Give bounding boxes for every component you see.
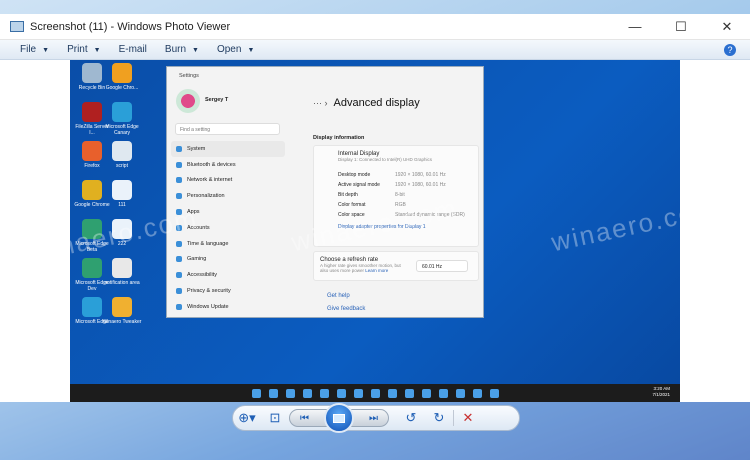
display-info-card: Internal Display Display 1: Connected to… [313,145,479,247]
desktop-icon[interactable]: Winaero Tweaker [102,297,142,325]
app-icon [112,102,132,122]
learn-more-link[interactable]: Learn more [365,268,388,273]
user-name: Sergey T [205,97,229,103]
desktop-icon[interactable]: notification area [102,258,142,286]
start-icon[interactable] [251,388,261,398]
next-icon[interactable]: ⏭ [369,413,378,424]
zoom-icon[interactable]: ⊕▾ [233,410,261,426]
previous-icon[interactable]: ⏮ [300,413,309,424]
desktop-icon[interactable]: 222 [102,219,142,247]
close-button[interactable]: ✕ [704,19,750,35]
app-icon [82,297,102,317]
app-icon [112,219,132,239]
save-icon[interactable] [387,388,397,398]
info-row: Active signal mode 1920 × 1080, 60.01 Hz [338,182,446,188]
sidebar-item-windows-update[interactable]: Windows Update [171,299,285,315]
info-row: Color space Standard dynamic range (SDR) [338,212,465,218]
rotate-left-icon[interactable]: ↺ [397,410,425,426]
watermark: winaero.com [548,192,680,258]
info-row: Bit depth 8-bit [338,192,405,198]
refresh-desc: A higher rate gives smoother motion, but… [320,263,401,273]
refresh-rate-card: Choose a refresh rate A higher rate give… [313,251,479,281]
displayed-screenshot: Recycle Bin Google Chro... FileZilla Serve… [70,60,680,402]
app-icon [112,258,132,278]
store-icon[interactable] [353,388,363,398]
app-icon [82,141,102,161]
get-help-link[interactable]: Get help [327,293,350,299]
app-icon [112,141,132,161]
sidebar-item-accounts[interactable]: Accounts [171,220,285,236]
image-view: Recycle Bin Google Chro... FileZilla Serve… [0,60,750,402]
adapter-link[interactable]: Display adapter properties for Display 1 [314,220,478,230]
give-feedback-link[interactable]: Give feedback [327,306,365,312]
app-icon [82,102,102,122]
sidebar-item-system[interactable]: System [171,141,285,157]
app-icon [82,180,102,200]
desktop-icon[interactable]: Microsoft Edge Canary [102,102,142,136]
photo-viewer-icon [10,21,24,32]
menu-open[interactable]: Open ▼ [217,44,254,55]
sidebar-item-accessibility[interactable]: Accessibility [171,267,285,283]
settings-gear-icon[interactable] [489,388,499,398]
rotate-right-icon[interactable]: ↻ [425,410,453,426]
widgets-icon[interactable] [302,388,312,398]
photos-icon[interactable] [472,388,482,398]
maximize-button[interactable]: ☐ [658,19,704,35]
sidebar-item-bluetooth-devices[interactable]: Bluetooth & devices [171,157,285,173]
viewer-toolbar: ⊕▾ ⊡ ⏮ ⏭ ↺ ↻ ✕ [232,403,520,433]
settings-window: Settings Sergey T Find a setting System B… [166,66,484,318]
desktop-icon[interactable]: Google Chro... [102,63,142,91]
mail-icon[interactable] [319,388,329,398]
sidebar-item-personalization[interactable]: Personalization [171,188,285,204]
edge-icon[interactable] [336,388,346,398]
app-icon [112,180,132,200]
search-icon[interactable] [268,388,278,398]
clock[interactable]: 3:20 AM 7/1/2021 [652,386,670,398]
actual-size-icon[interactable]: ⊡ [261,410,289,426]
app-icon [82,258,102,278]
explorer-icon[interactable] [370,388,380,398]
slideshow-icon [333,413,345,423]
menu-print[interactable]: Print ▼ [67,44,101,55]
slideshow-button[interactable] [324,403,354,433]
page-title: ··· › Advanced display [313,97,420,109]
app-icon [112,297,132,317]
avatar [176,89,200,113]
menu-bar: File ▼ Print ▼ E-mail Burn ▼ Open ▼ ? [0,40,750,60]
section-heading: Display information [313,135,365,141]
sidebar-item-privacy-security[interactable]: Privacy & security [171,283,285,299]
menu-email[interactable]: E-mail [119,44,147,55]
sidebar-item-gaming[interactable]: Gaming [171,252,285,268]
app-icon[interactable] [455,388,465,398]
desktop-icon[interactable]: script [102,141,142,169]
edge-dev-icon[interactable] [421,388,431,398]
edge-beta-icon[interactable] [404,388,414,398]
app-icon [82,63,102,83]
help-icon[interactable]: ? [724,43,736,56]
window-title: Screenshot (11) - Windows Photo Viewer [30,20,231,33]
app-icon [82,219,102,239]
edge-canary-icon[interactable] [438,388,448,398]
delete-icon[interactable]: ✕ [454,410,482,426]
sidebar-item-time-language[interactable]: Time & language [171,236,285,252]
info-row: Desktop mode 1920 × 1080, 60.01 Hz [338,172,446,178]
breadcrumb-more[interactable]: ··· › [313,98,328,108]
sidebar-item-apps[interactable]: Apps [171,204,285,220]
info-row: Color format RGB [338,202,406,208]
settings-title: Settings [179,73,199,79]
search-input[interactable]: Find a setting [175,123,280,135]
menu-file[interactable]: File ▼ [20,44,49,55]
taskbar: 3:20 AM 7/1/2021 [70,384,680,402]
minimize-button[interactable]: — [612,19,658,35]
title-bar: Screenshot (11) - Windows Photo Viewer —… [0,14,750,40]
menu-burn[interactable]: Burn ▼ [165,44,199,55]
task-view-icon[interactable] [285,388,295,398]
app-icon [112,63,132,83]
sidebar-item-network-internet[interactable]: Network & internet [171,173,285,189]
desktop-icon[interactable]: 111 [102,180,142,208]
refresh-rate-select[interactable]: 60.01 Hz [416,260,468,272]
